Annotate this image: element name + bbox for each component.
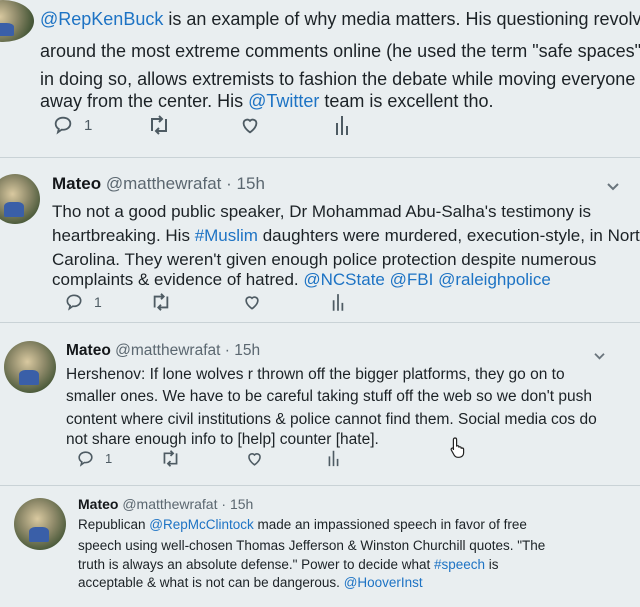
analytics-icon: [327, 448, 340, 468]
author-handle[interactable]: @matthewrafat: [106, 174, 222, 193]
reply-count: 1: [94, 294, 102, 310]
separator-dot: ·: [226, 174, 232, 193]
reply-button[interactable]: 1: [76, 449, 112, 468]
retweet-icon: [150, 292, 172, 312]
retweet-icon: [147, 114, 171, 136]
tweet-text-segment: complaints & evidence of hatred.: [52, 270, 304, 289]
avatar[interactable]: [0, 0, 34, 42]
tweet-text-segment: Carolina. They weren't given enough poli…: [52, 250, 597, 269]
avatar[interactable]: [4, 341, 56, 393]
tweet-text-line: content where civil institutions & polic…: [66, 409, 597, 431]
tweet-text-segment: around the most extreme comments online …: [40, 41, 640, 61]
tweet-text-line: smaller ones. We have to be careful taki…: [66, 386, 592, 408]
tweet-text-segment: truth is always an absolute defense." Po…: [78, 557, 434, 572]
tweet-text-segment: Tho not a good public speaker, Dr Mohamm…: [52, 202, 592, 221]
tweet-text-segment: smaller ones. We have to be careful taki…: [66, 388, 592, 405]
author-name[interactable]: Mateo: [78, 496, 118, 512]
analytics-button[interactable]: [334, 113, 350, 137]
tweet-text-segment: Hershenov: If lone wolves r thrown off t…: [66, 366, 565, 383]
tweet-text-segment: team is excellent tho.: [319, 91, 494, 111]
tweet-text-line: acceptable & what is not can be dangerou…: [78, 573, 423, 592]
tweet-text-segment: speech using well-chosen Thomas Jefferso…: [78, 538, 546, 553]
analytics-button[interactable]: [327, 448, 340, 468]
heart-icon: [242, 292, 262, 312]
reply-button[interactable]: 1: [52, 114, 92, 136]
tweet-text-segment: daughters were murdered, execution-style…: [257, 226, 640, 245]
reply-icon: [64, 292, 84, 312]
tweet-text-line: truth is always an absolute defense." Po…: [78, 555, 499, 574]
tweet-text-line: around the most extreme comments online …: [40, 38, 640, 65]
retweet-button[interactable]: [147, 114, 171, 136]
tweet[interactable]: @RepKenBuck is an example of why media m…: [0, 0, 640, 158]
tweet-text-line: Hershenov: If lone wolves r thrown off t…: [66, 364, 565, 386]
tweet-header: Mateo @matthewrafat · 15h: [52, 174, 265, 194]
tweet-text-segment: is: [485, 557, 499, 572]
more-options-button[interactable]: [593, 352, 606, 361]
separator-dot: ·: [224, 342, 230, 359]
tweet-text-segment: Republican: [78, 517, 150, 532]
avatar[interactable]: [0, 174, 40, 224]
tweet-text-line: complaints & evidence of hatred. @NCStat…: [52, 268, 551, 292]
mention-link[interactable]: @RepMcClintock: [149, 517, 253, 532]
analytics-icon: [334, 113, 350, 137]
mention-link[interactable]: @Twitter: [248, 91, 319, 111]
like-button[interactable]: [239, 114, 261, 136]
timestamp[interactable]: 15h: [237, 174, 265, 193]
tweet[interactable]: Mateo @matthewrafat · 15h Tho not a good…: [0, 158, 640, 323]
hashtag-link[interactable]: #speech: [434, 557, 485, 572]
heart-icon: [239, 114, 261, 136]
hashtag-link[interactable]: #Muslim: [195, 226, 258, 245]
author-name[interactable]: Mateo: [66, 342, 111, 359]
heart-icon: [245, 449, 264, 468]
author-handle[interactable]: @matthewrafat: [115, 342, 220, 359]
reply-count: 1: [84, 116, 93, 134]
tweet-text-segment: not share enough info to [help] counter …: [66, 431, 379, 448]
tweet-header: Mateo @matthewrafat · 15h: [78, 496, 253, 512]
mention-link[interactable]: @raleighpolice: [438, 270, 551, 289]
like-button[interactable]: [242, 292, 262, 312]
tweet-header: Mateo @matthewrafat · 15h: [66, 342, 260, 360]
tweet-text-segment: heartbreaking. His: [52, 226, 195, 245]
chevron-down-icon: [606, 182, 620, 192]
author-name[interactable]: Mateo: [52, 174, 101, 193]
more-options-button[interactable]: [606, 182, 620, 192]
chevron-down-icon: [593, 352, 606, 361]
tweet-text-line: away from the center. His @Twitter team …: [40, 88, 493, 115]
tweet[interactable]: Mateo @matthewrafat · 15h Republican @Re…: [0, 486, 640, 607]
analytics-icon: [331, 291, 345, 313]
retweet-icon: [160, 449, 181, 468]
retweet-button[interactable]: [150, 292, 172, 312]
tweet-text-segment: made an impassioned speech in favor of f…: [253, 517, 527, 532]
timestamp[interactable]: 15h: [234, 342, 260, 359]
tweet-text-segment: acceptable & what is not can be dangerou…: [78, 575, 344, 590]
mention-link[interactable]: @RepKenBuck: [40, 9, 163, 29]
hand-pointer-icon: [449, 436, 467, 458]
mention-link[interactable]: @FBI: [390, 270, 434, 289]
tweet-text-segment: content where civil institutions & polic…: [66, 411, 597, 428]
mention-link[interactable]: @NCState: [303, 270, 385, 289]
timeline-feed: @RepKenBuck is an example of why media m…: [0, 0, 640, 607]
tweet-text-line: heartbreaking. His #Muslim daughters wer…: [52, 224, 640, 248]
tweet-text-segment: away from the center. His: [40, 91, 249, 111]
tweet-text-segment: in doing so, allows extremists to fashio…: [40, 69, 636, 89]
tweet-text-line: speech using well-chosen Thomas Jefferso…: [78, 536, 545, 555]
tweet-text-line: Tho not a good public speaker, Dr Mohamm…: [52, 200, 591, 224]
reply-button[interactable]: 1: [64, 292, 102, 312]
reply-icon: [52, 114, 74, 136]
analytics-button[interactable]: [331, 291, 345, 313]
author-handle[interactable]: @matthewrafat: [122, 496, 217, 512]
tweet[interactable]: Mateo @matthewrafat · 15h Hershenov: If …: [0, 323, 640, 486]
tweet-text-segment: is an example of why media matters. His …: [163, 9, 640, 29]
like-button[interactable]: [245, 449, 264, 468]
retweet-button[interactable]: [160, 449, 181, 468]
tweet-text-line: @RepKenBuck is an example of why media m…: [40, 6, 640, 33]
reply-count: 1: [105, 450, 113, 466]
tweet-text-line: Republican @RepMcClintock made an impass…: [78, 515, 527, 534]
separator-dot: ·: [221, 496, 227, 512]
reply-icon: [76, 449, 95, 468]
avatar[interactable]: [14, 498, 66, 550]
mention-link[interactable]: @HooverInst: [344, 575, 423, 590]
timestamp[interactable]: 15h: [230, 496, 253, 512]
